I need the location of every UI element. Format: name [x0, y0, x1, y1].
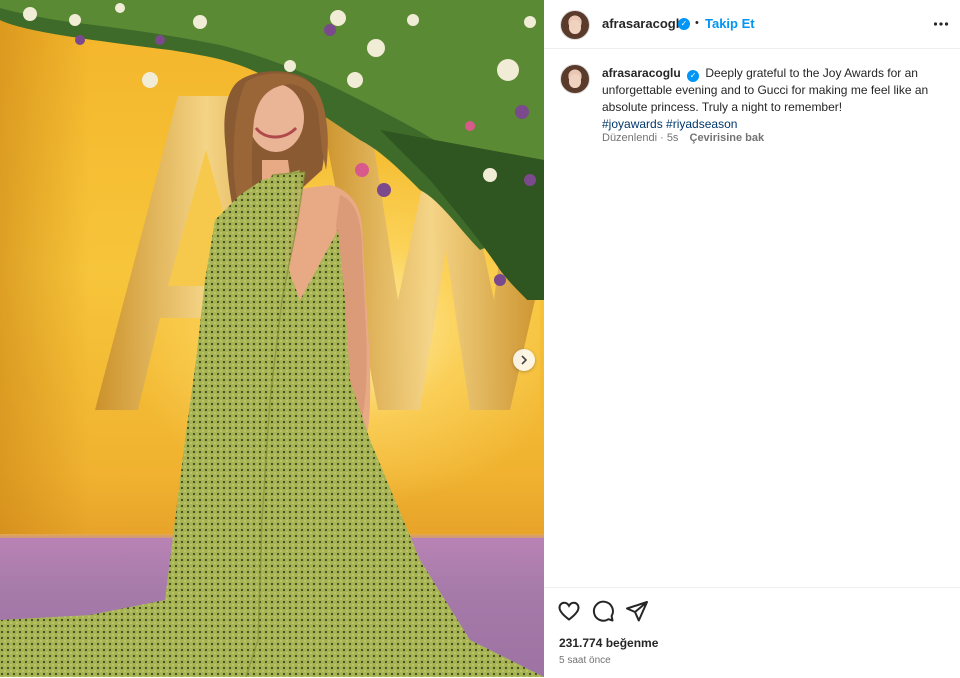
- share-icon[interactable]: [625, 599, 649, 623]
- separator-dot: •: [695, 17, 699, 29]
- comment-icon[interactable]: [591, 599, 615, 623]
- post-caption: afrasaracoglu ✓ Deeply grateful to the J…: [602, 65, 932, 133]
- likes-count[interactable]: 231.774 beğenme: [559, 636, 658, 650]
- verified-badge-icon: ✓: [678, 18, 690, 30]
- person-figure: [0, 71, 544, 677]
- chevron-right-icon: [521, 355, 528, 365]
- verified-badge-icon: ✓: [687, 70, 700, 82]
- post-side-panel: afrasaracoglu ✓ • Takip Et afrasaracoglu…: [544, 0, 960, 677]
- avatar[interactable]: [560, 10, 590, 40]
- header-username[interactable]: afrasaracoglu: [602, 16, 687, 31]
- post-timestamp: 5 saat önce: [559, 655, 611, 666]
- hashtag-joyawards[interactable]: #joyawards: [602, 117, 663, 131]
- caption-avatar[interactable]: [560, 64, 590, 94]
- heart-icon[interactable]: [557, 599, 581, 623]
- caption-username[interactable]: afrasaracoglu: [602, 66, 681, 80]
- post-header: afrasaracoglu ✓ • Takip Et: [544, 0, 960, 49]
- instagram-post-window: afrasaracoglu ✓ • Takip Et afrasaracoglu…: [0, 0, 960, 677]
- hashtag-riyadseason[interactable]: #riyadseason: [666, 117, 737, 131]
- post-image[interactable]: [0, 0, 544, 677]
- follow-button[interactable]: Takip Et: [705, 16, 755, 31]
- translate-link[interactable]: Çevirisine bak: [690, 132, 765, 144]
- caption-meta: Düzenlendi · 5s Çevirisine bak: [602, 132, 764, 144]
- more-options-icon[interactable]: [933, 16, 949, 32]
- edited-label: Düzenlendi · 5s: [602, 132, 679, 144]
- post-actions: 231.774 beğenme 5 saat önce: [544, 587, 960, 678]
- next-image-button[interactable]: [513, 349, 535, 371]
